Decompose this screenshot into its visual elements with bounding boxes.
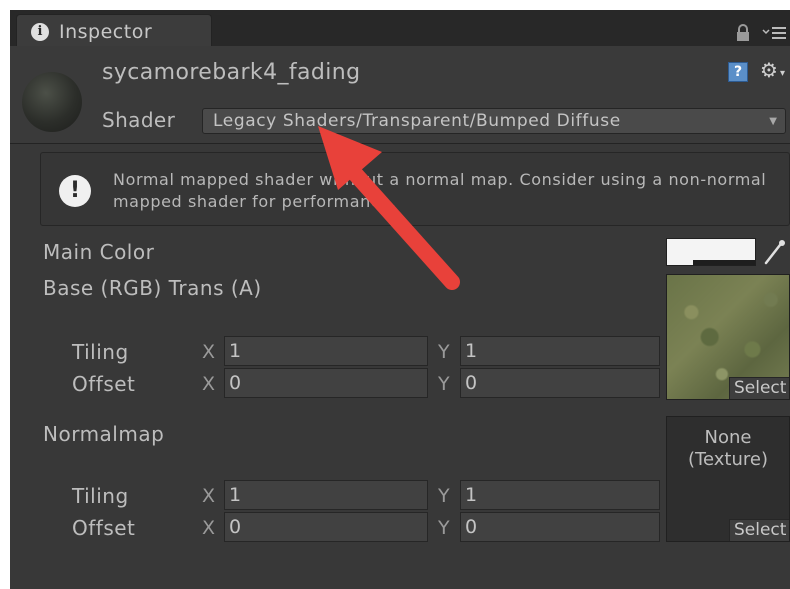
base-tiling-y-field[interactable]: 1 [460, 336, 660, 366]
dropdown-arrow-icon: ▼ [769, 116, 777, 127]
main-color-swatch[interactable] [666, 238, 756, 266]
eyedropper-icon[interactable] [762, 238, 788, 266]
base-offset-x-field[interactable]: 0 [224, 368, 428, 398]
inspector-window: i Inspector sycamorebark4_fading ? ⚙ ▾ S… [10, 10, 790, 589]
info-icon: i [31, 23, 49, 41]
tab-inspector[interactable]: i Inspector [16, 14, 212, 46]
base-offset-y-label: Y [438, 373, 450, 395]
base-offset-x-label: X [202, 373, 216, 395]
help-icon[interactable]: ? [728, 62, 748, 82]
gear-icon[interactable]: ⚙ [760, 58, 778, 82]
base-texture-label: Base (RGB) Trans (A) [43, 276, 262, 300]
main-color-label: Main Color [43, 240, 155, 264]
base-tiling-y-label: Y [438, 341, 450, 363]
menu-icon[interactable] [762, 24, 788, 40]
shader-dropdown[interactable]: Legacy Shaders/Transparent/Bumped Diffus… [202, 108, 786, 134]
base-tiling-x-label: X [202, 341, 216, 363]
alpha-bar [667, 260, 755, 265]
normalmap-offset-label: Offset [72, 516, 136, 540]
base-texture-slot[interactable]: Select [666, 274, 790, 400]
normalmap-tiling-label: Tiling [72, 484, 129, 508]
normalmap-tiling-y-label: Y [438, 485, 450, 507]
normalmap-select-button[interactable]: Select [729, 519, 789, 541]
tab-label: Inspector [59, 21, 153, 43]
normalmap-offset-x-field[interactable]: 0 [224, 512, 428, 542]
material-header: sycamorebark4_fading ? ⚙ ▾ Shader Legacy… [10, 46, 790, 144]
normalmap-offset-y-label: Y [438, 517, 450, 539]
shader-value: Legacy Shaders/Transparent/Bumped Diffus… [213, 111, 621, 131]
base-offset-y-field[interactable]: 0 [460, 368, 660, 398]
lock-icon[interactable] [734, 24, 752, 42]
warning-icon: ! [59, 175, 91, 207]
base-tiling-x-field[interactable]: 1 [224, 336, 428, 366]
normalmap-tiling-x-field[interactable]: 1 [224, 480, 428, 510]
base-offset-label: Offset [72, 372, 136, 396]
warning-helpbox: ! Normal mapped shader without a normal … [40, 152, 790, 226]
normalmap-label: Normalmap [43, 422, 165, 446]
normalmap-offset-x-label: X [202, 517, 216, 539]
shader-label: Shader [102, 108, 176, 132]
material-name: sycamorebark4_fading [102, 60, 361, 85]
warning-text: Normal mapped shader without a normal ma… [113, 170, 767, 211]
normalmap-none-text: None (Texture) [688, 427, 768, 470]
normalmap-tiling-x-label: X [202, 485, 216, 507]
normalmap-offset-y-field[interactable]: 0 [460, 512, 660, 542]
base-select-button[interactable]: Select [729, 377, 789, 399]
tab-bar: i Inspector [10, 10, 790, 46]
chevron-down-icon: ▾ [780, 68, 786, 79]
base-tiling-label: Tiling [72, 340, 129, 364]
normalmap-tiling-y-field[interactable]: 1 [460, 480, 660, 510]
material-preview-thumbnail [22, 72, 82, 132]
normalmap-texture-slot[interactable]: None (Texture) Select [666, 416, 790, 542]
